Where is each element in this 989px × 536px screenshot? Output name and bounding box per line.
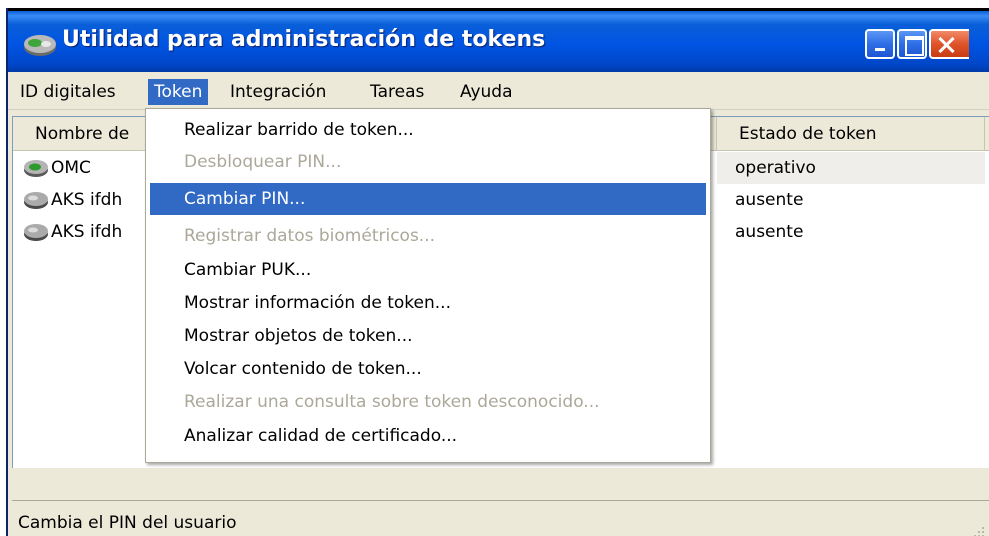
menu-item-cambiar-pin[interactable]: Cambiar PIN... [150, 183, 706, 215]
menu-integracion[interactable]: Integración [224, 79, 332, 105]
token-name: AKS ifdh [51, 190, 123, 210]
status-text: Cambia el PIN del usuario [18, 513, 237, 533]
resize-grip-icon[interactable] [971, 524, 985, 536]
menu-item-objetos-token[interactable]: Mostrar objetos de token... [150, 320, 706, 352]
menu-tareas[interactable]: Tareas [364, 79, 430, 105]
menu-id-digitales[interactable]: ID digitales [14, 79, 122, 105]
token-name: AKS ifdh [51, 222, 123, 242]
menu-token[interactable]: Token [148, 79, 209, 105]
menu-item-desbloquear-pin: Desbloquear PIN... [184, 152, 342, 172]
status-bar: Cambia el PIN del usuario [12, 500, 989, 536]
token-status: ausente [735, 222, 804, 242]
token-key-icon [24, 35, 56, 56]
token-name-cell: AKS ifdh [23, 184, 122, 216]
token-name-cell: OMC [23, 152, 91, 184]
token-name-cell: AKS ifdh [23, 216, 122, 248]
token-gray-icon [24, 224, 48, 241]
token-status: operativo [717, 152, 985, 184]
menu-item-biometricos: Registrar datos biométricos... [184, 226, 436, 246]
menu-item-calidad-certificado[interactable]: Analizar calidad de certificado... [150, 420, 706, 452]
column-header-status[interactable]: Estado de token [717, 117, 985, 151]
maximize-button[interactable] [897, 29, 927, 59]
window-frame [12, 472, 989, 500]
menu-item-cambiar-puk[interactable]: Cambiar PUK... [150, 254, 706, 286]
menu-item-barrido[interactable]: Realizar barrido de token... [150, 114, 706, 146]
close-button[interactable] [929, 29, 969, 59]
minimize-button[interactable] [865, 29, 895, 59]
window-title: Utilidad para administración de tokens [62, 27, 546, 52]
menu-ayuda[interactable]: Ayuda [454, 79, 519, 105]
token-gray-icon [24, 192, 48, 209]
menu-item-info-token[interactable]: Mostrar información de token... [150, 287, 706, 319]
menu-bar: ID digitales Token Integración Tareas Ay… [8, 72, 989, 110]
token-name: OMC [51, 158, 91, 178]
menu-item-volcar-contenido[interactable]: Volcar contenido de token... [150, 353, 706, 385]
menu-item-consulta-desconocido: Realizar una consulta sobre token descon… [184, 392, 600, 412]
token-status: ausente [735, 190, 804, 210]
token-green-icon [24, 160, 48, 177]
token-menu-dropdown: Realizar barrido de token... Desbloquear… [145, 108, 711, 463]
title-bar[interactable]: Utilidad para administración de tokens [8, 8, 989, 72]
